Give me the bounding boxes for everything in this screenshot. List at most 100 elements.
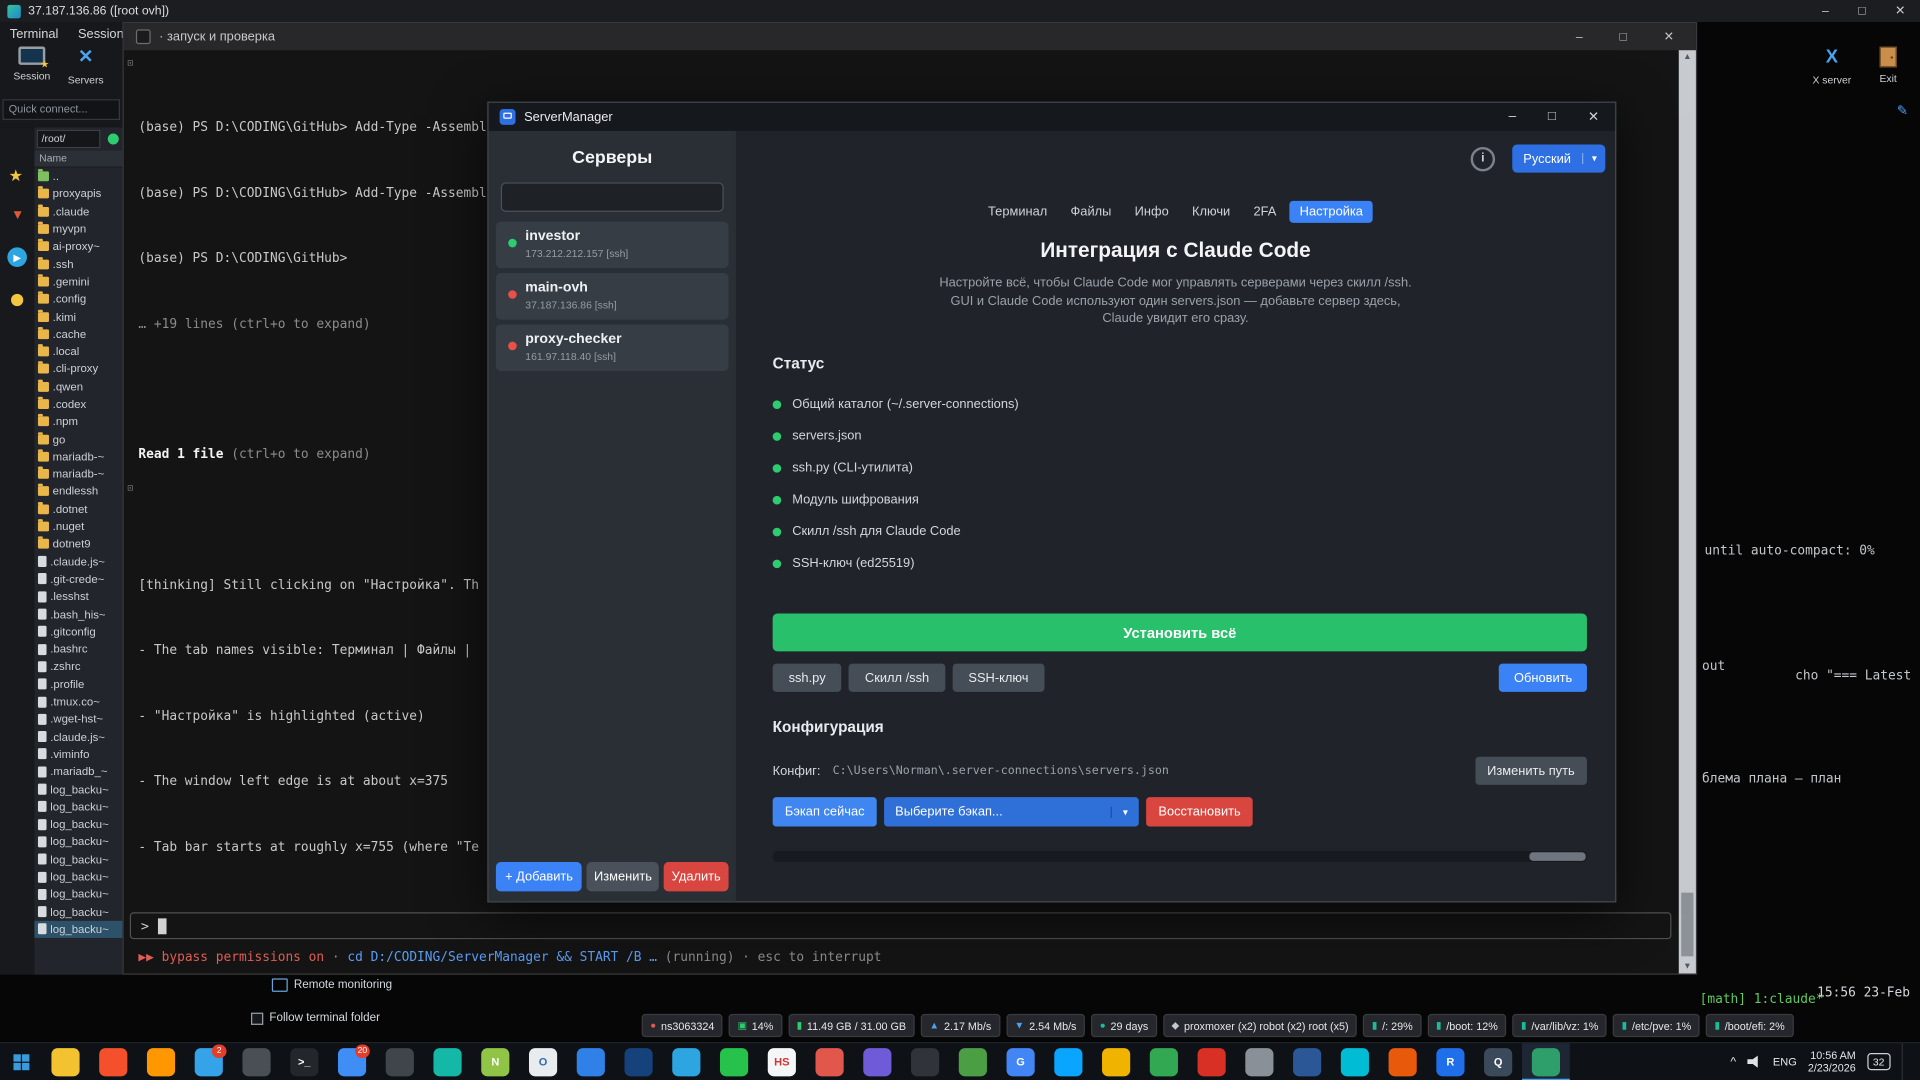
list-item[interactable]: .tmux.co~ xyxy=(34,693,122,711)
taskbar-app-icon[interactable] xyxy=(1140,1043,1188,1080)
taskbar-app-icon[interactable]: R xyxy=(1427,1043,1475,1080)
change-path-button[interactable]: Изменить путь xyxy=(1475,757,1587,785)
server-search-input[interactable] xyxy=(501,182,724,211)
taskbar-app-icon[interactable] xyxy=(710,1043,758,1080)
telegram-icon[interactable]: ▶ xyxy=(7,247,27,267)
taskbar-app-icon[interactable]: N xyxy=(471,1043,519,1080)
list-item[interactable]: go xyxy=(34,430,122,448)
install-all-button[interactable]: Установить всё xyxy=(773,613,1587,651)
star-icon[interactable]: ★ xyxy=(9,167,23,187)
close-icon[interactable] xyxy=(1895,4,1905,17)
server-list-item[interactable]: proxy-checker 161.97.118.40 [ssh] xyxy=(496,324,729,371)
pencil-icon[interactable]: ✎ xyxy=(1897,103,1908,119)
component-button[interactable]: Скилл /ssh xyxy=(849,664,945,692)
list-item[interactable]: log_backu~ xyxy=(34,815,122,833)
yellow-dot-icon[interactable] xyxy=(11,294,23,306)
taskbar-app-icon[interactable]: Q xyxy=(1474,1043,1522,1080)
list-item[interactable]: .gemini xyxy=(34,273,122,291)
list-item[interactable]: .ssh xyxy=(34,255,122,273)
list-item[interactable]: .claude.js~ xyxy=(34,728,122,746)
edit-server-button[interactable]: Изменить xyxy=(587,862,659,891)
delete-server-button[interactable]: Удалить xyxy=(664,862,729,891)
remote-monitoring-button[interactable]: Remote monitoring xyxy=(272,978,392,991)
refresh-button[interactable]: Обновить xyxy=(1499,664,1587,692)
list-item[interactable]: .profile xyxy=(34,675,122,693)
list-item[interactable]: .. xyxy=(34,168,122,186)
taskbar-app-icon[interactable]: 20 xyxy=(328,1043,376,1080)
list-item[interactable]: .cli-proxy xyxy=(34,360,122,378)
close-icon[interactable] xyxy=(1664,30,1674,43)
taskbar-app-icon[interactable] xyxy=(1522,1043,1570,1080)
minimize-icon[interactable] xyxy=(1822,4,1829,17)
maximize-icon[interactable] xyxy=(1548,109,1556,125)
backup-now-button[interactable]: Бэкап сейчас xyxy=(773,797,877,826)
list-item[interactable]: mariadb-~ xyxy=(34,465,122,483)
taskbar-app-icon[interactable] xyxy=(1236,1043,1284,1080)
list-item[interactable]: .viminfo xyxy=(34,745,122,763)
taskbar-app-icon[interactable] xyxy=(1283,1043,1331,1080)
taskbar-app-icon[interactable] xyxy=(137,1043,185,1080)
maximize-icon[interactable] xyxy=(1619,30,1626,43)
taskbar-app-icon[interactable] xyxy=(1092,1043,1140,1080)
toolbar-servers-button[interactable]: ✕ Servers xyxy=(59,47,113,86)
list-item[interactable]: .zshrc xyxy=(34,658,122,676)
list-item[interactable]: proxyapis xyxy=(34,185,122,203)
taskbar-app-icon[interactable] xyxy=(1331,1043,1379,1080)
taskbar-app-icon[interactable]: 2 xyxy=(185,1043,233,1080)
list-item[interactable]: .codex xyxy=(34,395,122,413)
taskbar-app-icon[interactable] xyxy=(1044,1043,1092,1080)
horizontal-scrollbar[interactable] xyxy=(773,851,1587,862)
list-item[interactable]: mariadb-~ xyxy=(34,448,122,466)
list-item[interactable]: .git-crede~ xyxy=(34,570,122,588)
list-item[interactable]: log_backu~ xyxy=(34,903,122,921)
scrollbar-thumb[interactable] xyxy=(1529,852,1585,861)
quick-connect-input[interactable]: Quick connect... xyxy=(2,99,120,120)
scrollbar[interactable] xyxy=(1679,50,1696,973)
list-item[interactable]: .bashrc xyxy=(34,640,122,658)
scroll-down-icon[interactable] xyxy=(1679,962,1696,971)
taskbar-app-icon[interactable] xyxy=(1188,1043,1236,1080)
list-item[interactable]: .mariadb_~ xyxy=(34,763,122,781)
restore-button[interactable]: Восстановить xyxy=(1146,797,1253,826)
server-list-item[interactable]: main-ovh 37.187.136.86 [ssh] xyxy=(496,273,729,320)
taskbar-app-icon[interactable]: >_ xyxy=(280,1043,328,1080)
list-item[interactable]: .config xyxy=(34,290,122,308)
taskbar-app-icon[interactable] xyxy=(233,1043,281,1080)
minimize-icon[interactable] xyxy=(1509,109,1517,125)
taskbar-app-icon[interactable]: O xyxy=(519,1043,567,1080)
toolbar-session-button[interactable]: Session xyxy=(5,47,59,83)
list-item[interactable]: .claude.js~ xyxy=(34,553,122,571)
list-item[interactable]: myvpn xyxy=(34,220,122,238)
scroll-up-icon[interactable] xyxy=(1679,53,1696,62)
list-item[interactable]: .nuget xyxy=(34,518,122,536)
list-item[interactable]: .gitconfig xyxy=(34,623,122,641)
taskbar-app-icon[interactable] xyxy=(662,1043,710,1080)
list-item[interactable]: log_backu~ xyxy=(34,798,122,816)
component-button[interactable]: ssh.py xyxy=(773,664,842,692)
toolbar-xserver-button[interactable]: X X server xyxy=(1805,47,1859,86)
download-icon[interactable]: ▼ xyxy=(11,208,24,223)
list-item[interactable]: .cache xyxy=(34,325,122,343)
list-item[interactable]: log_backu~ xyxy=(34,833,122,851)
list-item[interactable]: log_backu~ xyxy=(34,851,122,869)
language-indicator[interactable]: ENG xyxy=(1773,1056,1797,1068)
backup-select-dropdown[interactable]: Выберите бэкап... xyxy=(884,797,1139,826)
list-item[interactable]: log_backu~ xyxy=(34,780,122,798)
taskbar-app-icon[interactable] xyxy=(615,1043,663,1080)
taskbar-app-icon[interactable] xyxy=(949,1043,997,1080)
list-item[interactable]: endlessh xyxy=(34,483,122,501)
list-item[interactable]: .claude xyxy=(34,203,122,221)
terminal-titlebar[interactable]: · запуск и проверка xyxy=(124,23,1696,50)
close-icon[interactable] xyxy=(1588,109,1599,125)
tray-expand-icon[interactable] xyxy=(1730,1055,1736,1068)
taskbar-app-icon[interactable] xyxy=(376,1043,424,1080)
add-server-button[interactable]: + Добавить xyxy=(496,862,582,891)
maximize-icon[interactable] xyxy=(1858,4,1865,17)
clock[interactable]: 10:56 AM 2/23/2026 xyxy=(1808,1049,1856,1075)
start-button[interactable] xyxy=(0,1043,42,1080)
list-item[interactable]: .kimi xyxy=(34,308,122,326)
follow-terminal-folder-checkbox[interactable]: Follow terminal folder xyxy=(251,1011,380,1024)
list-item[interactable]: .wget-hst~ xyxy=(34,710,122,728)
claude-prompt-input[interactable]: > xyxy=(130,912,1672,939)
scrollbar-thumb[interactable] xyxy=(1681,893,1693,957)
